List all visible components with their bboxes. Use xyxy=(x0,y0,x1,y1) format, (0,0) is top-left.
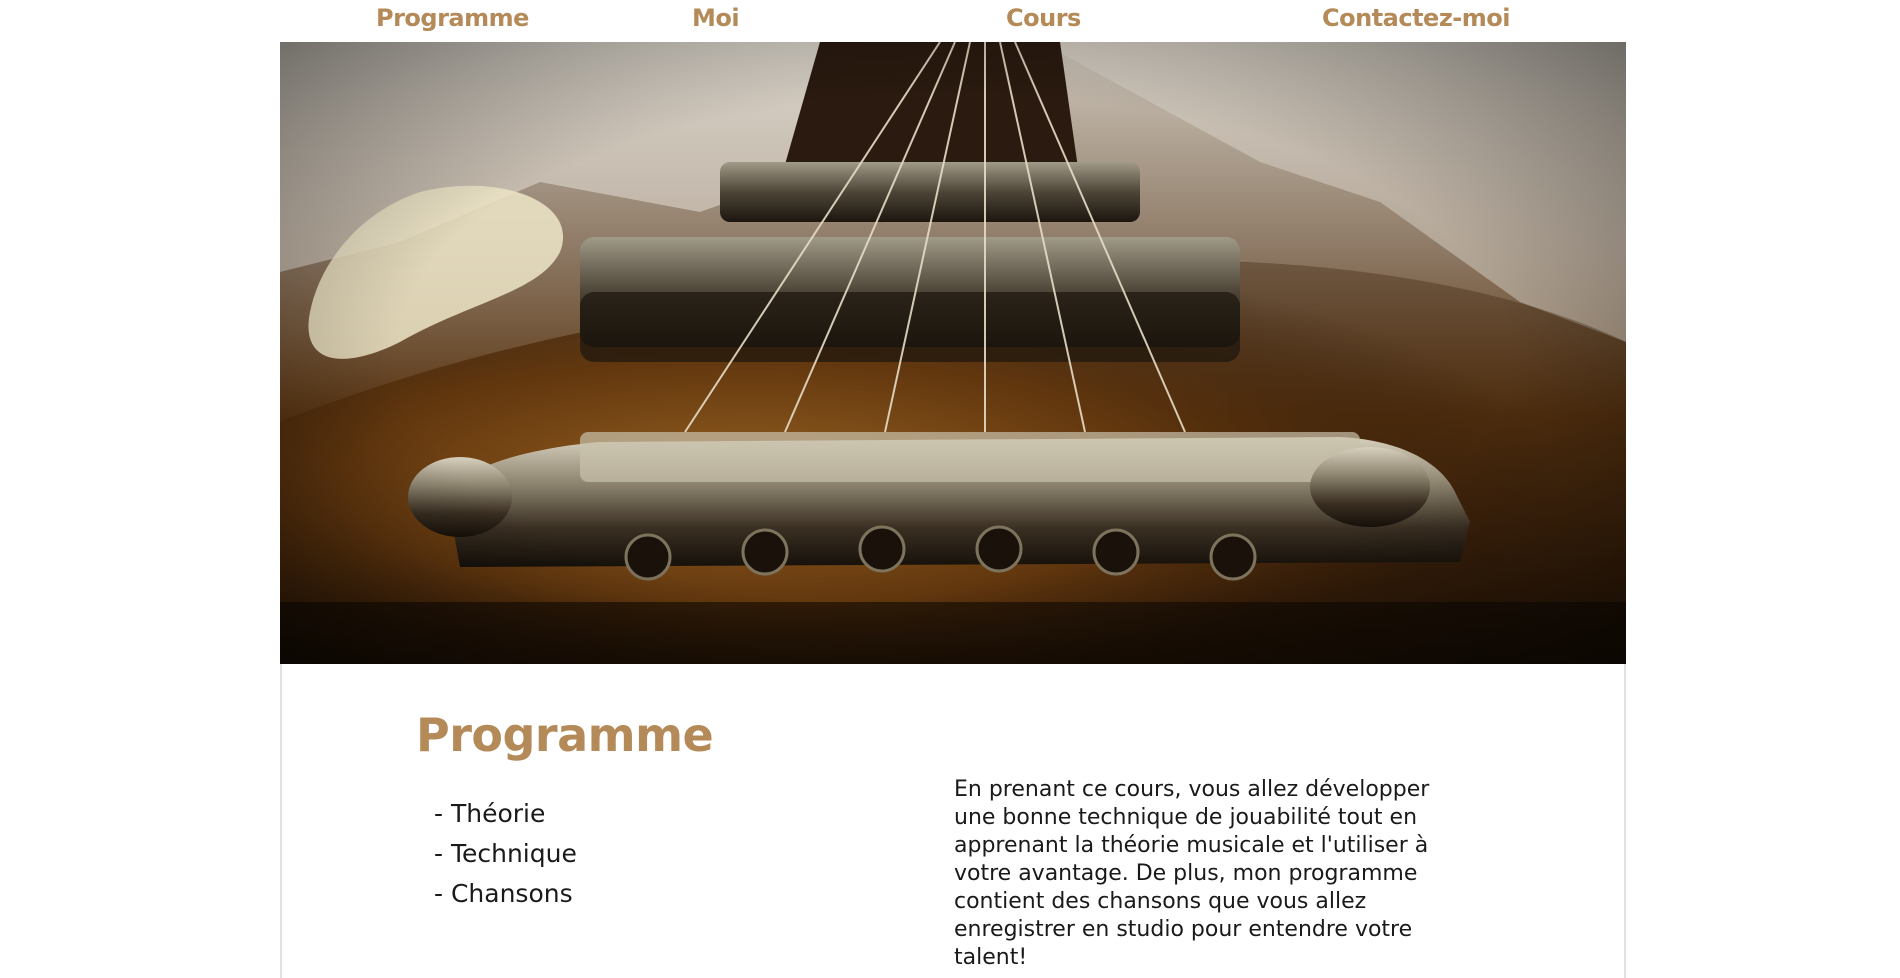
section-title: Programme xyxy=(416,708,714,762)
guitar-bridge-photo xyxy=(280,42,1626,664)
nav-link-moi[interactable]: Moi xyxy=(692,4,740,32)
programme-description: En prenant ce cours, vous allez développ… xyxy=(954,777,1430,970)
hero-image xyxy=(280,42,1626,664)
topics-list: - Théorie - Technique - Chansons xyxy=(434,794,577,914)
nav-link-contactez-moi[interactable]: Contactez-moi xyxy=(1322,4,1510,32)
list-item: - Technique xyxy=(434,839,577,868)
list-item: - Théorie xyxy=(434,799,546,828)
programme-section: Programme - Théorie - Technique - Chanso… xyxy=(280,664,1626,978)
nav-link-programme[interactable]: Programme xyxy=(376,4,529,32)
list-item: - Chansons xyxy=(434,879,573,908)
nav-link-cours[interactable]: Cours xyxy=(1006,4,1081,32)
top-navigation: Programme Moi Cours Contactez-moi xyxy=(0,0,1900,42)
